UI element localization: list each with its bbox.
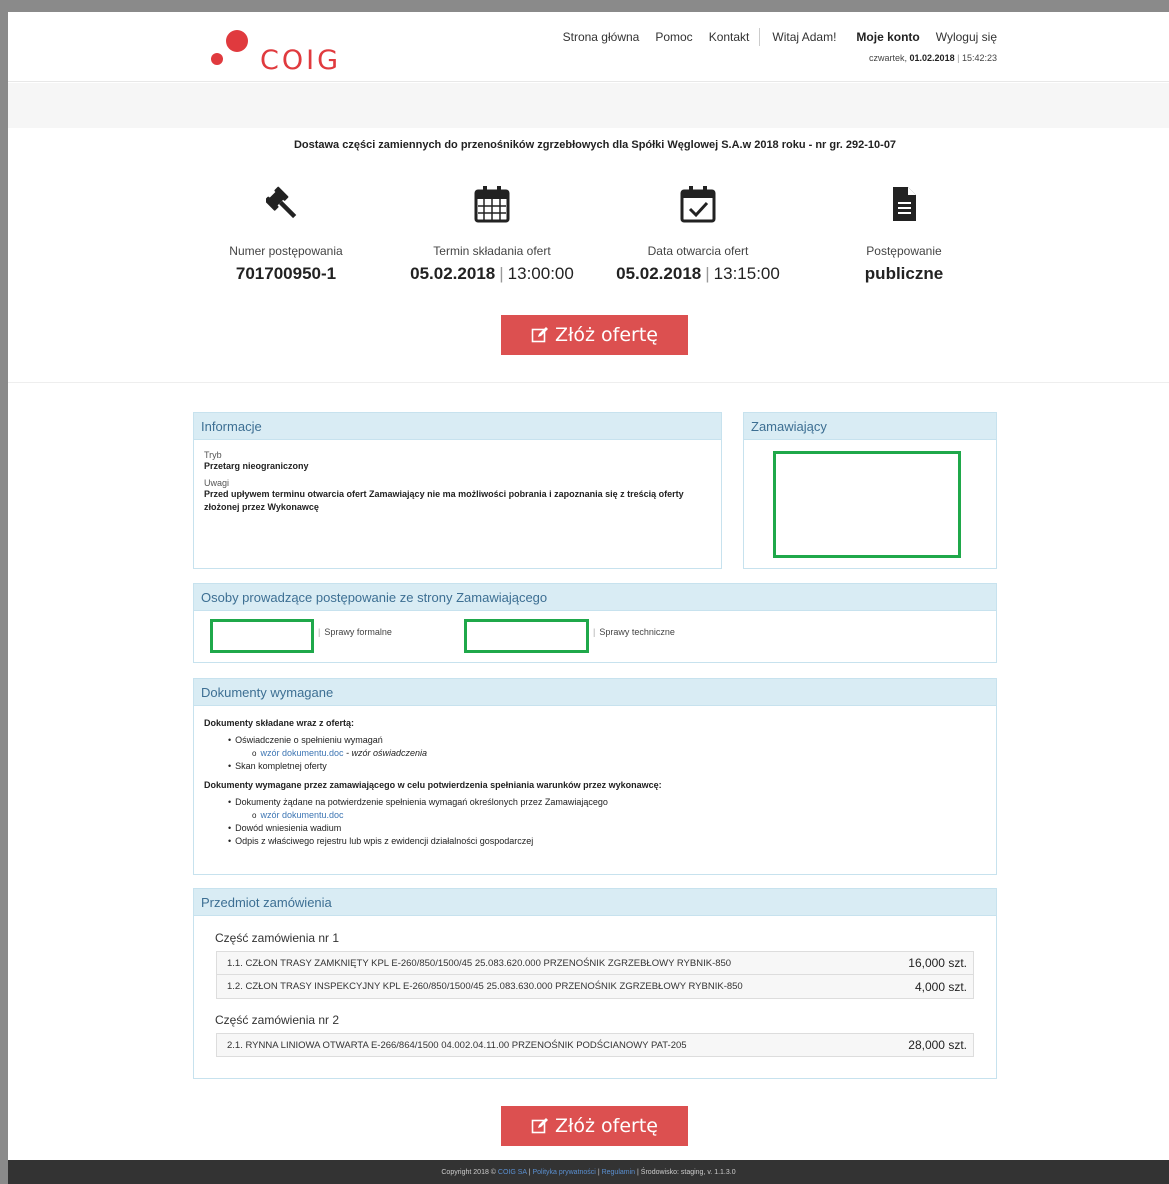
my-account-link[interactable]: Moje konto <box>856 30 919 44</box>
documents-group-offer-list: Oświadczenie o spełnieniu wymagań wzór d… <box>228 734 986 773</box>
order-item-row: 2.1. RYNNA LINIOWA OTWARTA E-266/864/150… <box>216 1033 974 1057</box>
documents-panel-title: Dokumenty wymagane <box>194 679 996 706</box>
procedure-number-label: Numer postępowania <box>229 244 343 258</box>
stat-offer-deadline: Termin składania ofert 05.02.2018 | 13:00:… <box>392 184 592 284</box>
offer-deadline-value: 05.02.2018 | 13:00:00 <box>410 264 574 283</box>
mode-value: Przetarg nieograniczony <box>204 461 309 471</box>
procedure-number-value: 701700950-1 <box>235 264 337 283</box>
documents-group-conditions-list: Dokumenty żądane na potwierdzenie spełni… <box>228 796 986 848</box>
current-day: czwartek, <box>869 53 908 63</box>
nav-home-link[interactable]: Strona główna <box>563 30 640 44</box>
header: COIG Strona główna Pomoc Kontakt Witaj A… <box>8 12 1169 82</box>
buyer-redacted-box <box>773 451 961 558</box>
submit-offer-label: Złóż ofertę <box>554 1115 658 1137</box>
order-item-row: 1.1. CZŁON TRASY ZAMKNIĘTY KPL E-260/850… <box>216 951 974 975</box>
datetime-separator: | <box>957 53 960 63</box>
buyer-panel: Zamawiający <box>743 412 997 569</box>
document-item: Skan kompletnej oferty <box>228 760 986 773</box>
page: COIG Strona główna Pomoc Kontakt Witaj A… <box>8 12 1169 1184</box>
formal-contact-redacted-box <box>210 619 314 653</box>
procedure-type-value: publiczne <box>864 264 944 283</box>
submit-offer-label: Złóż ofertę <box>554 324 658 346</box>
documents-panel: Dokumenty wymagane Dokumenty składane wr… <box>193 678 997 875</box>
footer-separator: | <box>597 1169 600 1176</box>
stat-procedure-type: Postępowanie publiczne <box>804 184 1004 284</box>
document-item: Dowód wniesienia wadium <box>228 822 986 835</box>
footer: Copyright 2018 © COIG SA | Polityka pryw… <box>8 1160 1169 1184</box>
footer-terms-link[interactable]: Regulamin <box>602 1169 635 1176</box>
template-download-link[interactable]: wzór dokumentu.doc <box>260 748 343 758</box>
order-part-2-title: Część zamówienia nr 2 <box>215 1013 340 1027</box>
header-band <box>8 83 1169 128</box>
mode-label: Tryb <box>204 450 222 460</box>
coig-logo[interactable]: COIG <box>208 27 358 76</box>
technical-matters-label: | Sprawy techniczne <box>593 627 675 637</box>
document-icon <box>893 187 916 221</box>
order-item-row: 1.2. CZŁON TRASY INSPEKCYJNY KPL E-260/8… <box>216 975 974 999</box>
opening-date-label: Data otwarcia ofert <box>647 244 749 258</box>
nav-help-link[interactable]: Pomoc <box>655 30 692 44</box>
document-item: Dokumenty żądane na potwierdzenie spełni… <box>228 796 986 822</box>
template-download-link[interactable]: wzór dokumentu.doc <box>260 810 343 820</box>
footer-separator: | <box>528 1169 531 1176</box>
calendar-icon <box>474 186 510 223</box>
opening-date-value: 05.02.2018 | 13:15:00 <box>616 264 780 283</box>
formal-matters-label: | Sprawy formalne <box>318 627 392 637</box>
current-datetime: czwartek, 01.02.2018 | 15:42:23 <box>869 53 997 63</box>
top-navigation: Strona główna Pomoc Kontakt Witaj Adam! … <box>547 28 997 46</box>
footer-separator: | <box>637 1169 639 1176</box>
footer-copyright: Copyright 2018 © <box>441 1169 496 1176</box>
edit-icon <box>531 327 548 343</box>
info-panel-title: Informacje <box>194 413 721 440</box>
notes-label: Uwagi <box>204 478 230 488</box>
logout-link[interactable]: Wyloguj się <box>936 30 997 44</box>
document-item: Oświadczenie o spełnieniu wymagań wzór d… <box>228 734 986 760</box>
document-item: Odpis z właściwego rejestru lub wpis z e… <box>228 835 986 848</box>
nav-contact-link[interactable]: Kontakt <box>709 30 750 44</box>
notes-value: Przed upływem terminu otwarcia ofert Zam… <box>204 489 684 512</box>
persons-panel: Osoby prowadzące postępowanie ze strony … <box>193 583 997 663</box>
procedure-type-label: Postępowanie <box>866 244 942 258</box>
tender-title: Dostawa części zamiennych do przenośnikó… <box>293 139 897 151</box>
order-subject-panel: Przedmiot zamówienia Część zamówienia nr… <box>193 888 997 1079</box>
calendar-check-icon <box>680 186 716 223</box>
divider <box>8 382 1169 383</box>
footer-privacy-link[interactable]: Polityka prywatności <box>532 1169 595 1176</box>
stat-procedure-number: Numer postępowania 701700950-1 <box>186 184 386 284</box>
persons-panel-title: Osoby prowadzące postępowanie ze strony … <box>194 584 996 611</box>
technical-contact-redacted-box <box>464 619 589 653</box>
submit-offer-button-bottom[interactable]: Złóż ofertę <box>501 1106 688 1146</box>
order-part-1-title: Część zamówienia nr 1 <box>215 931 340 945</box>
submit-offer-button[interactable]: Złóż ofertę <box>501 315 688 355</box>
edit-icon <box>531 1118 548 1134</box>
greeting-text: Witaj Adam! <box>772 30 837 44</box>
buyer-panel-title: Zamawiający <box>744 413 996 440</box>
info-panel: Informacje Tryb Przetarg nieograniczony … <box>193 412 722 569</box>
current-time: 15:42:23 <box>961 53 997 63</box>
order-subject-panel-title: Przedmiot zamówienia <box>194 889 996 916</box>
current-date: 01.02.2018 <box>909 53 955 63</box>
footer-company-link[interactable]: COIG SA <box>498 1169 527 1176</box>
nav-divider <box>759 28 761 46</box>
stat-opening-date: Data otwarcia ofert 05.02.2018 | 13:15:00 <box>598 184 798 284</box>
footer-environment: Środowisko: staging, v. 1.1.3.0 <box>640 1169 736 1176</box>
documents-group-conditions-title: Dokumenty wymagane przez zamawiającego w… <box>204 780 662 790</box>
logo-dots-icon <box>211 30 248 65</box>
logo-text: COIG <box>260 45 341 76</box>
offer-deadline-label: Termin składania ofert <box>433 244 551 258</box>
gavel-icon <box>266 186 297 219</box>
documents-group-offer-title: Dokumenty składane wraz z ofertą: <box>204 718 355 728</box>
